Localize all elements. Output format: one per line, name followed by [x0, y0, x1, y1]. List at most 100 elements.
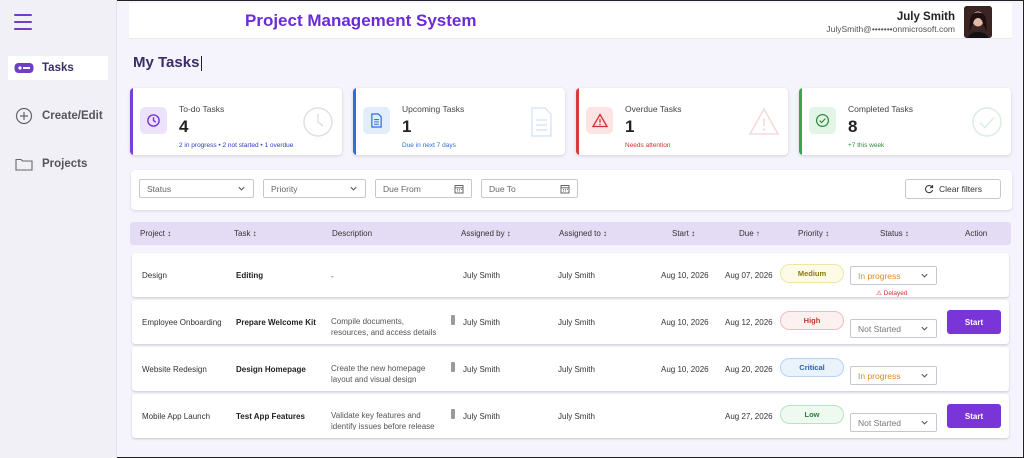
status-select[interactable]: Not Started	[850, 319, 937, 338]
status-select[interactable]: In progress	[850, 266, 937, 285]
priority-filter-select[interactable]: Priority	[263, 179, 366, 198]
col-start[interactable]: Start ↕	[672, 229, 695, 238]
sidebar-item-label: Tasks	[42, 62, 74, 74]
clear-filters-button[interactable]: Clear filters	[905, 179, 1001, 199]
upcoming-tasks-card[interactable]: Upcoming Tasks 1 Due in next 7 days	[353, 88, 565, 155]
task-cell: Prepare Welcome Kit	[236, 318, 316, 327]
sidebar: Tasks Create/Edit Projects	[0, 0, 117, 458]
document-watermark-icon	[531, 107, 552, 137]
check-circle-icon	[809, 107, 836, 134]
description-scrollbar[interactable]	[451, 362, 455, 372]
due-from-date-input[interactable]: Due From	[375, 179, 472, 198]
card-label: Overdue Tasks	[625, 104, 682, 114]
start-date-cell: Aug 10, 2026	[661, 365, 709, 374]
overdue-tasks-card[interactable]: Overdue Tasks 1 Needs attention	[576, 88, 788, 155]
card-count: 4	[179, 117, 189, 136]
status-select[interactable]: Not Started	[850, 413, 937, 432]
table-row[interactable]: Mobile App Launch Test App Features Vali…	[132, 394, 1009, 438]
status-select[interactable]: In progress	[850, 366, 937, 385]
card-label: To-do Tasks	[179, 104, 225, 114]
card-subtext: Needs attention	[625, 142, 671, 149]
folder-icon	[14, 155, 34, 173]
priority-badge: Medium	[780, 264, 844, 283]
card-label: Completed Tasks	[848, 104, 914, 114]
due-to-date-input[interactable]: Due To	[481, 179, 578, 198]
table-row[interactable]: Website Redesign Design Homepage Create …	[132, 347, 1009, 391]
chevron-down-icon	[921, 326, 928, 331]
col-priority[interactable]: Priority ↕	[798, 229, 829, 238]
assigned-to-cell: July Smith	[558, 412, 595, 421]
document-icon	[363, 107, 390, 134]
sidebar-item-tasks[interactable]: Tasks	[8, 56, 108, 80]
col-action: Action	[965, 229, 988, 238]
col-assigned-by[interactable]: Assigned by ↕	[461, 229, 511, 238]
calendar-icon	[454, 185, 464, 194]
description-scrollbar[interactable]	[451, 409, 455, 419]
chevron-down-icon	[921, 420, 928, 425]
description-cell: -	[331, 272, 334, 281]
assigned-to-cell: July Smith	[558, 271, 595, 280]
check-watermark-icon	[972, 107, 1002, 137]
app-title: Project Management System	[245, 11, 477, 30]
description-cell: Create the new homepage layout and visua…	[331, 364, 426, 383]
chevron-down-icon	[350, 186, 357, 191]
card-subtext: +7 this week	[848, 142, 885, 149]
table-row[interactable]: Design Editing - July Smith July Smith A…	[132, 253, 1009, 297]
priority-badge: Critical	[780, 358, 844, 377]
start-task-button[interactable]: Start	[947, 404, 1001, 428]
due-date-cell: Aug 20, 2026	[725, 365, 773, 374]
assigned-by-cell: July Smith	[463, 412, 500, 421]
clock-icon	[140, 107, 167, 134]
task-cell: Design Homepage	[236, 365, 306, 374]
clock-watermark-icon	[303, 107, 333, 137]
warning-watermark-icon	[748, 107, 780, 135]
start-date-cell: Aug 10, 2026	[661, 318, 709, 327]
card-subtext: 2 in progress • 2 not started • 1 overdu…	[179, 142, 294, 149]
assigned-by-cell: July Smith	[463, 318, 500, 327]
plus-circle-icon	[14, 107, 34, 125]
sidebar-item-label: Projects	[42, 158, 88, 170]
col-description: Description	[332, 229, 373, 238]
completed-tasks-card[interactable]: Completed Tasks 8 +7 this week	[799, 88, 1011, 155]
chevron-down-icon	[921, 273, 928, 278]
assigned-by-cell: July Smith	[463, 365, 500, 374]
delayed-warning: ⚠ Delayed	[876, 290, 908, 297]
description-scrollbar[interactable]	[451, 315, 455, 325]
user-email: JulySmith@•••••••onmicrosoft.com	[826, 24, 955, 34]
project-cell: Mobile App Launch	[142, 412, 211, 421]
sidebar-item-projects[interactable]: Projects	[8, 152, 108, 176]
col-status[interactable]: Status ↕	[880, 229, 909, 238]
card-label: Upcoming Tasks	[402, 104, 465, 114]
priority-badge: Low	[780, 405, 844, 424]
due-date-cell: Aug 07, 2026	[725, 271, 773, 280]
status-filter-select[interactable]: Status	[139, 179, 254, 198]
top-header: Project Management System July Smith Jul…	[129, 3, 1012, 39]
assigned-to-cell: July Smith	[558, 365, 595, 374]
chevron-down-icon	[238, 186, 245, 191]
start-date-cell: Aug 10, 2026	[661, 271, 709, 280]
table-header: Project ↕ Task ↕ Description Assigned by…	[130, 222, 1011, 245]
project-cell: Employee Onboarding	[142, 318, 222, 327]
chevron-down-icon	[921, 373, 928, 378]
card-subtext: Due in next 7 days	[402, 142, 456, 149]
card-count: 1	[625, 117, 635, 136]
col-project[interactable]: Project ↕	[140, 229, 171, 238]
avatar[interactable]	[964, 6, 992, 38]
col-assigned-to[interactable]: Assigned to ↕	[559, 229, 607, 238]
sidebar-item-create-edit[interactable]: Create/Edit	[8, 104, 108, 128]
col-task[interactable]: Task ↕	[234, 229, 257, 238]
start-task-button[interactable]: Start	[947, 310, 1001, 334]
project-cell: Design	[142, 271, 167, 280]
col-due[interactable]: Due ↑	[739, 229, 760, 238]
todo-tasks-card[interactable]: To-do Tasks 4 2 in progress • 2 not star…	[130, 88, 342, 155]
user-name: July Smith	[896, 11, 955, 23]
project-cell: Website Redesign	[142, 365, 207, 374]
table-row[interactable]: Employee Onboarding Prepare Welcome Kit …	[132, 300, 1009, 344]
card-count: 1	[402, 117, 412, 136]
warning-icon	[586, 107, 613, 134]
filter-bar: Status Priority Due From Due To Clear fi…	[131, 170, 1012, 210]
description-cell: Compile documents, resources, and access…	[331, 317, 437, 336]
assigned-to-cell: July Smith	[558, 318, 595, 327]
refresh-icon	[925, 185, 934, 194]
hamburger-menu-icon[interactable]	[14, 14, 32, 30]
